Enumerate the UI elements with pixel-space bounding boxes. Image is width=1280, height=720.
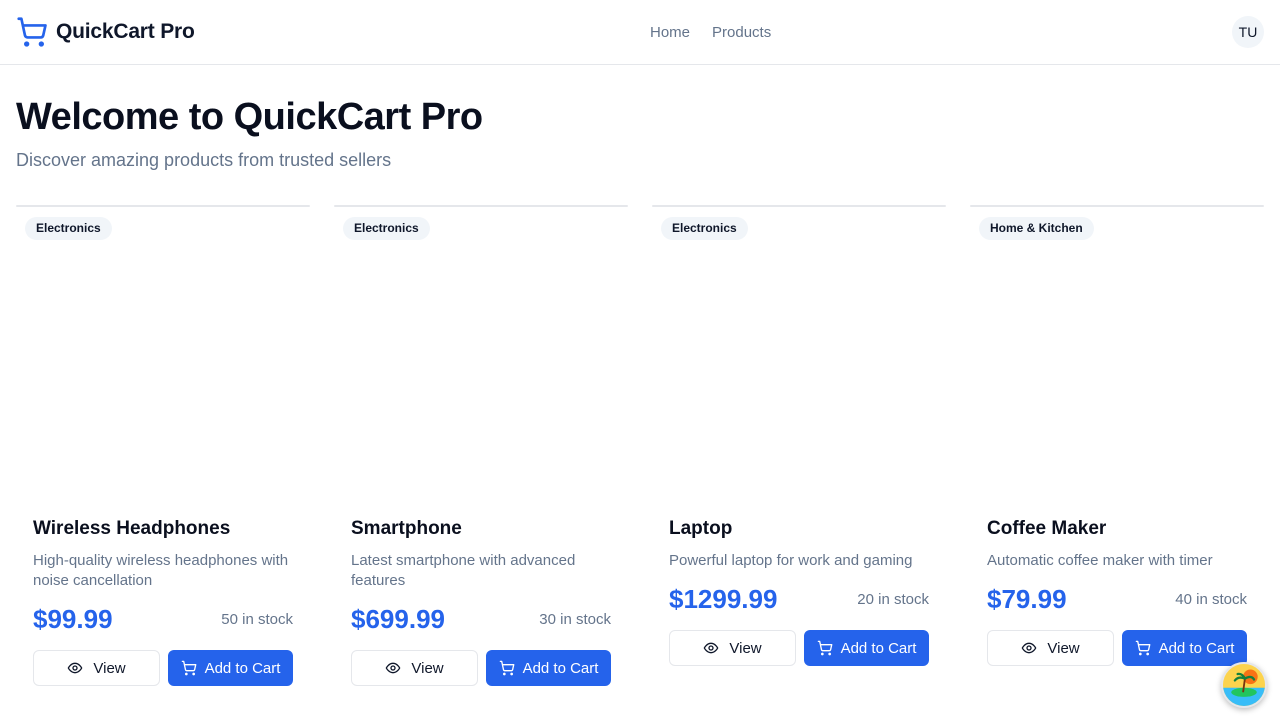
card-actions: View Add to Cart xyxy=(987,630,1247,666)
product-card: Home & Kitchen Coffee Maker Automatic co… xyxy=(970,205,1264,666)
price-row: $79.99 40 in stock xyxy=(987,584,1247,614)
add-to-cart-button[interactable]: Add to Cart xyxy=(486,650,611,686)
main-nav: Home Products xyxy=(650,23,771,43)
category-badge: Electronics xyxy=(343,217,430,240)
product-price: $99.99 xyxy=(33,604,113,634)
product-card: Electronics Wireless Headphones High-qua… xyxy=(16,205,310,686)
product-price: $1299.99 xyxy=(669,584,778,614)
card-actions: View Add to Cart xyxy=(351,650,611,686)
product-price: $79.99 xyxy=(987,584,1067,614)
category-badge: Electronics xyxy=(661,217,748,240)
product-description: Latest smartphone with advanced features xyxy=(351,552,576,589)
page-title: Welcome to QuickCart Pro xyxy=(16,96,483,138)
brand-name: QuickCart Pro xyxy=(56,20,195,43)
category-badge: Electronics xyxy=(25,217,112,240)
eye-icon xyxy=(67,660,83,676)
view-button[interactable]: View xyxy=(669,630,796,666)
stock-count: 20 in stock xyxy=(857,590,929,608)
product-card: Electronics Smartphone Latest smartphone… xyxy=(334,205,628,686)
view-button-label: View xyxy=(729,639,762,657)
add-to-cart-label: Add to Cart xyxy=(840,639,917,657)
category-badge: Home & Kitchen xyxy=(979,217,1094,240)
beach-island-icon xyxy=(1223,664,1265,706)
assistant-button[interactable] xyxy=(1221,662,1267,708)
nav-products[interactable]: Products xyxy=(712,23,771,43)
card-actions: View Add to Cart xyxy=(33,650,293,686)
shopping-cart-icon xyxy=(817,640,833,656)
product-price: $699.99 xyxy=(351,604,445,634)
eye-icon xyxy=(385,660,401,676)
view-button[interactable]: View xyxy=(351,650,478,686)
view-button-label: View xyxy=(1047,639,1080,657)
stock-count: 30 in stock xyxy=(539,610,611,628)
add-to-cart-button[interactable]: Add to Cart xyxy=(168,650,293,686)
nav-home[interactable]: Home xyxy=(650,23,690,43)
shopping-cart-icon xyxy=(1135,640,1151,656)
product-name: Coffee Maker xyxy=(987,518,1107,539)
brand-link[interactable]: QuickCart Pro xyxy=(16,16,195,48)
app-header: QuickCart Pro Home Products TU xyxy=(0,0,1280,65)
price-row: $1299.99 20 in stock xyxy=(669,584,929,614)
product-description: Powerful laptop for work and gaming xyxy=(669,552,913,569)
view-button-label: View xyxy=(93,659,126,677)
add-to-cart-label: Add to Cart xyxy=(522,659,599,677)
shopping-cart-icon xyxy=(181,660,197,676)
product-description: High-quality wireless headphones with no… xyxy=(33,552,289,589)
user-avatar[interactable]: TU xyxy=(1232,16,1264,48)
product-name: Smartphone xyxy=(351,518,462,539)
product-name: Laptop xyxy=(669,518,733,539)
stock-count: 40 in stock xyxy=(1175,590,1247,608)
price-row: $99.99 50 in stock xyxy=(33,604,293,634)
view-button-label: View xyxy=(411,659,444,677)
product-card: Electronics Laptop Powerful laptop for w… xyxy=(652,205,946,666)
add-to-cart-button[interactable]: Add to Cart xyxy=(804,630,929,666)
product-description: Automatic coffee maker with timer xyxy=(987,552,1213,569)
add-to-cart-button[interactable]: Add to Cart xyxy=(1122,630,1247,666)
add-to-cart-label: Add to Cart xyxy=(1158,639,1235,657)
stock-count: 50 in stock xyxy=(221,610,293,628)
shopping-cart-icon xyxy=(16,16,48,48)
eye-icon xyxy=(1021,640,1037,656)
shopping-cart-icon xyxy=(499,660,515,676)
view-button[interactable]: View xyxy=(33,650,160,686)
add-to-cart-label: Add to Cart xyxy=(204,659,281,677)
product-name: Wireless Headphones xyxy=(33,518,231,539)
card-actions: View Add to Cart xyxy=(669,630,929,666)
price-row: $699.99 30 in stock xyxy=(351,604,611,634)
view-button[interactable]: View xyxy=(987,630,1114,666)
page-subtitle: Discover amazing products from trusted s… xyxy=(16,150,392,170)
eye-icon xyxy=(703,640,719,656)
